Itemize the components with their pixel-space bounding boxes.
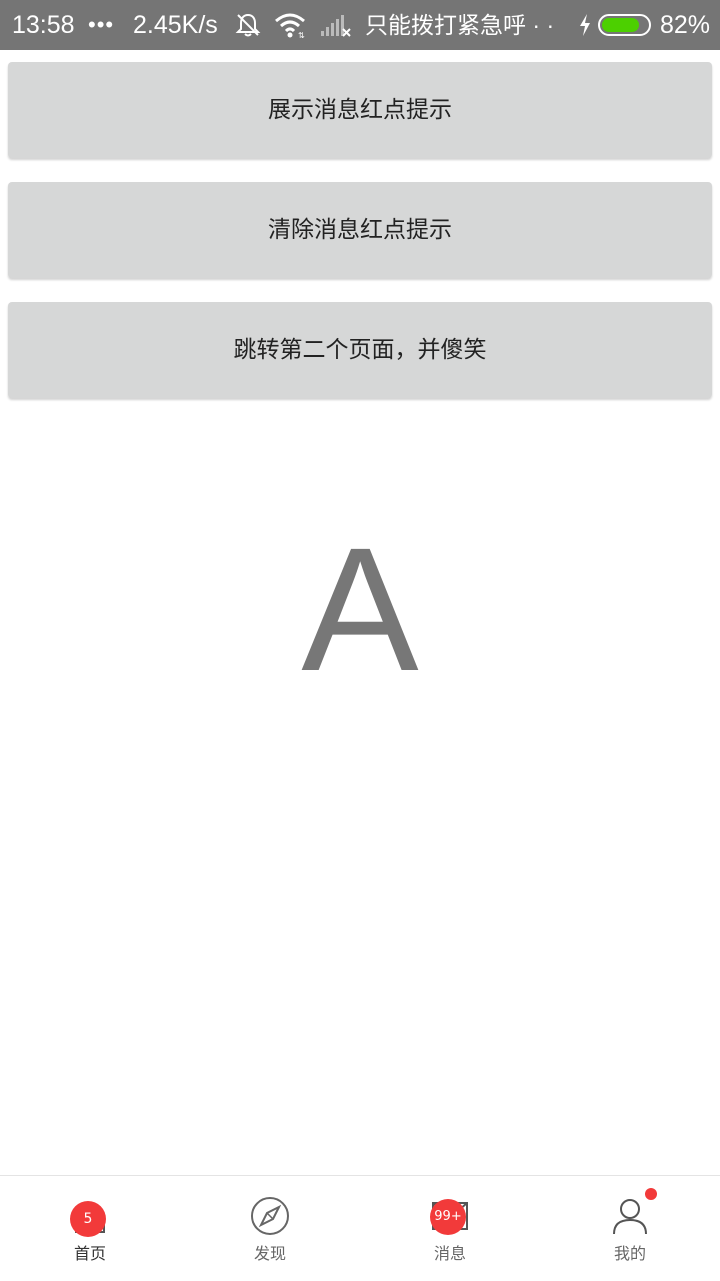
user-icon bbox=[610, 1196, 650, 1236]
tab-discover[interactable]: 发现 bbox=[180, 1176, 360, 1281]
bell-muted-icon bbox=[234, 0, 262, 50]
tab-home-label: 首页 bbox=[73, 1244, 106, 1263]
mine-dot-badge bbox=[645, 1188, 657, 1200]
wifi-icon: ⇅ bbox=[274, 0, 308, 50]
show-badge-button[interactable]: 展示消息红点提示 bbox=[8, 62, 712, 158]
tab-messages-label: 消息 bbox=[433, 1244, 466, 1263]
status-time: 13:58 bbox=[12, 11, 75, 39]
jump-second-page-button[interactable]: 跳转第二个页面，并傻笑 bbox=[8, 302, 712, 398]
home-badge: 5 bbox=[70, 1201, 106, 1237]
tab-messages[interactable]: 99+ 消息 bbox=[360, 1176, 540, 1281]
status-net-speed: 2.45K/s bbox=[133, 11, 218, 39]
signal-icon bbox=[320, 0, 352, 50]
bottom-navigation: 5 首页 发现 99+ 消息 我的 bbox=[0, 1175, 720, 1281]
messages-badge: 99+ bbox=[430, 1199, 466, 1235]
svg-text:⇅: ⇅ bbox=[298, 31, 305, 39]
status-bar: 13:58 ••• 2.45K/s ⇅ 只能拨打紧急呼 · · 82% bbox=[0, 0, 720, 50]
page-content-letter: A bbox=[301, 512, 419, 708]
carrier-status: 只能拨打紧急呼 · · bbox=[365, 12, 555, 38]
charging-bolt-icon bbox=[578, 0, 592, 50]
tab-discover-label: 发现 bbox=[253, 1244, 286, 1263]
tab-mine[interactable]: 我的 bbox=[540, 1176, 720, 1281]
status-more-dots: ••• bbox=[88, 12, 115, 37]
battery-icon bbox=[598, 0, 654, 50]
compass-icon bbox=[250, 1196, 290, 1236]
tab-home[interactable]: 5 首页 bbox=[0, 1176, 180, 1281]
clear-badge-button[interactable]: 清除消息红点提示 bbox=[8, 182, 712, 278]
battery-percent: 82% bbox=[660, 11, 711, 39]
tab-mine-label: 我的 bbox=[613, 1244, 646, 1263]
